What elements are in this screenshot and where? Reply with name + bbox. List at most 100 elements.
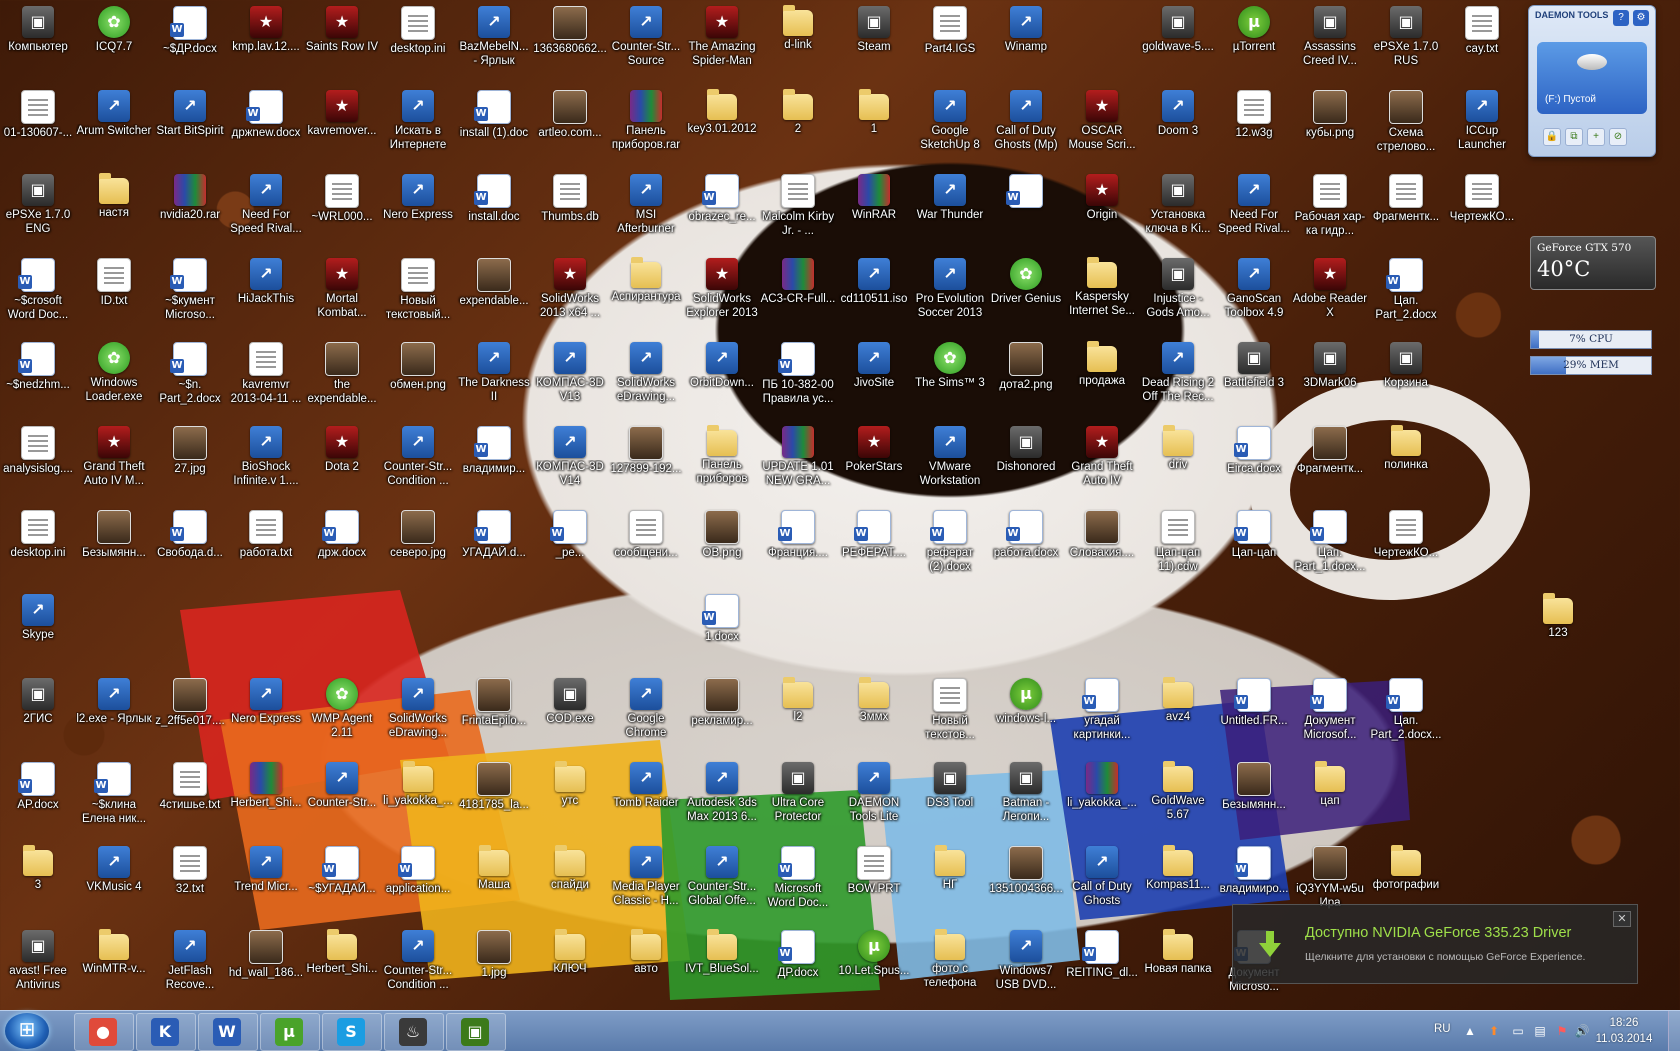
desktop-icon[interactable]: li_yakokka_... — [380, 756, 456, 836]
desktop-icon[interactable]: ~$nedzhm... — [0, 336, 76, 416]
desktop-icon[interactable]: ▣ Batman - Легопи... — [988, 756, 1064, 836]
desktop-icon[interactable]: Свобода.d... — [152, 504, 228, 584]
desktop-icon[interactable]: Аспирантура — [608, 252, 684, 332]
desktop-icon[interactable]: ★ PokerStars — [836, 420, 912, 500]
desktop-icon[interactable]: Цап. Part_1.docx... — [1292, 504, 1368, 584]
desktop-icon[interactable]: ▣ Assassins Creed IV... — [1292, 0, 1368, 80]
desktop-icon[interactable]: држ.docx — [304, 504, 380, 584]
display-icon[interactable]: ▭ — [1510, 1023, 1526, 1039]
desktop-icon[interactable]: µ 10.Let.Spus... — [836, 924, 912, 1004]
desktop-icon[interactable]: ▣ 2ГИС — [0, 672, 76, 752]
desktop-icon[interactable]: 4стишье.txt — [152, 756, 228, 836]
desktop-icon[interactable]: ↗ BazMebelN... - Ярлык — [456, 0, 532, 80]
desktop-icon[interactable]: install (1).doc — [456, 84, 532, 164]
desktop-icon[interactable]: ▣ Battlefield 3 — [1216, 336, 1292, 416]
desktop-icon[interactable]: ★ Adobe Reader X — [1292, 252, 1368, 332]
start-button[interactable] — [5, 1013, 49, 1049]
desktop-icon[interactable]: КЛЮЧ — [532, 924, 608, 1004]
desktop-icon[interactable]: ↗ Skype — [0, 588, 76, 668]
daemon-tools-gadget[interactable]: DAEMON TOOLS ? ⚙ (F:) Пустой 🔒 ⧉ + ⊘ — [1528, 5, 1656, 157]
desktop-icon[interactable]: фото с телефона — [912, 924, 988, 1004]
desktop-icon[interactable]: cay.txt — [1444, 0, 1520, 80]
desktop-icon[interactable]: _ре... — [532, 504, 608, 584]
desktop-icon[interactable] — [988, 168, 1064, 248]
desktop-icon[interactable]: ↗ Pro Evolution Soccer 2013 — [912, 252, 988, 332]
desktop-icon[interactable]: ↗ MSI Afterburner — [608, 168, 684, 248]
desktop-icon[interactable]: ↗ OrbitDown... — [684, 336, 760, 416]
desktop-icon[interactable]: Kaspersky Internet Se... — [1064, 252, 1140, 332]
desktop-icon[interactable]: РЕФЕРАТ.... — [836, 504, 912, 584]
desktop-icon[interactable]: ★ The Amazing Spider-Man — [684, 0, 760, 80]
desktop-icon[interactable]: ✿ Windows Loader.exe — [76, 336, 152, 416]
show-desktop-button[interactable] — [1668, 1011, 1680, 1051]
desktop-icon[interactable]: 4181785_la... — [456, 756, 532, 836]
desktop-icon[interactable]: artleo.com... — [532, 84, 608, 164]
desktop-icon[interactable]: 27.jpg — [152, 420, 228, 500]
desktop-icon[interactable]: ↗ Tomb Raider — [608, 756, 684, 836]
desktop-icon[interactable]: ↗ Windows7 USB DVD... — [988, 924, 1064, 1004]
desktop-icon[interactable]: Панель приборов — [684, 420, 760, 500]
desktop-icon[interactable]: ★ Mortal Kombat... — [304, 252, 380, 332]
desktop-icon[interactable]: Фрагментк... — [1368, 168, 1444, 248]
desktop-icon[interactable]: li_yakokka_... — [1064, 756, 1140, 836]
desktop-icon[interactable]: ↗ Counter-Str... Global Offe... — [684, 840, 760, 920]
desktop-icon[interactable]: Зммх — [836, 672, 912, 752]
desktop-icon[interactable]: ЧертежКО... — [1444, 168, 1520, 248]
desktop-icon[interactable]: desktop.ini — [380, 0, 456, 80]
desktop-icon[interactable]: ★ Grand Theft Auto IV M... — [76, 420, 152, 500]
desktop-icon[interactable]: ↗ Counter-Str... — [304, 756, 380, 836]
desktop-icon[interactable]: ID.txt — [76, 252, 152, 332]
desktop-icon[interactable]: рекламир... — [684, 672, 760, 752]
desktop-icon[interactable]: nvidia20.rar — [152, 168, 228, 248]
desktop-icon[interactable]: d-link — [760, 0, 836, 80]
desktop-icon[interactable]: 2 — [760, 84, 836, 164]
desktop-icon[interactable]: ↗ VMware Workstation — [912, 420, 988, 500]
desktop-icon[interactable]: ↗ Doom 3 — [1140, 84, 1216, 164]
desktop-icon[interactable]: ↗ BioShock Infinite.v 1.... — [228, 420, 304, 500]
desktop-icon[interactable]: работа.docx — [988, 504, 1064, 584]
desktop-icon[interactable]: ✿ Driver Genius — [988, 252, 1064, 332]
desktop-icon[interactable]: ↗ VKMusic 4 — [76, 840, 152, 920]
desktop-icon[interactable]: Part4.IGS — [912, 0, 988, 80]
desktop-icon[interactable]: avz4 — [1140, 672, 1216, 752]
desktop-icon[interactable]: ↗ The Darkness II — [456, 336, 532, 416]
desktop-icon[interactable]: Панель приборов.rar — [608, 84, 684, 164]
desktop-icon[interactable]: ~$n. Part_2.docx — [152, 336, 228, 416]
desktop-icon[interactable]: ↗ Winamp — [988, 0, 1064, 80]
desktop-icon[interactable]: ↗ Call of Duty Ghosts (Mp) — [988, 84, 1064, 164]
desktop-icon[interactable]: Herbert_Shi... — [304, 924, 380, 1004]
desktop-icon[interactable]: BOW.PRT — [836, 840, 912, 920]
desktop-icon[interactable]: the expendable... — [304, 336, 380, 416]
desktop-icon[interactable]: ▣ ePSXe 1.7.0 ENG — [0, 168, 76, 248]
taskbar-chrome[interactable]: ● — [74, 1013, 134, 1051]
desktop-icon[interactable]: ▣ Компьютер — [0, 0, 76, 80]
desktop-icon[interactable]: ↗ Google Chrome — [608, 672, 684, 752]
desktop-icon[interactable]: северо.jpg — [380, 504, 456, 584]
desktop-icon[interactable]: ★ kavremover... — [304, 84, 380, 164]
taskbar-word[interactable]: W — [198, 1013, 258, 1051]
desktop-icon[interactable]: WinRAR — [836, 168, 912, 248]
desktop-icon[interactable]: ↗ JetFlash Recove... — [152, 924, 228, 1004]
settings-icon[interactable]: ⚙ — [1633, 10, 1649, 26]
desktop-icon[interactable]: ▣ 3DMark06 — [1292, 336, 1368, 416]
add-drive-icon[interactable]: + — [1587, 128, 1605, 146]
desktop-icon[interactable]: 1363680662... — [532, 0, 608, 80]
desktop-icon[interactable]: IVT_BlueSol... — [684, 924, 760, 1004]
taskbar-nvidia[interactable]: ▣ — [446, 1013, 506, 1051]
desktop-icon[interactable]: 01-130607-... — [0, 84, 76, 164]
desktop-icon[interactable]: Untitled.FR... — [1216, 672, 1292, 752]
lock-icon[interactable]: 🔒 — [1543, 128, 1561, 146]
desktop-icon[interactable]: install.doc — [456, 168, 532, 248]
desktop-icon[interactable]: expendable... — [456, 252, 532, 332]
desktop-icon[interactable]: Словакия.... — [1064, 504, 1140, 584]
desktop-icon[interactable]: Безымянн... — [1216, 756, 1292, 836]
desktop-icon[interactable]: 1.jpg — [456, 924, 532, 1004]
desktop-icon[interactable]: Новый текстовый... — [380, 252, 456, 332]
desktop-icon[interactable]: ↗ Autodesk 3ds Max 2013 6... — [684, 756, 760, 836]
desktop-icon[interactable]: ★ Dota 2 — [304, 420, 380, 500]
desktop-icon[interactable]: ▣ Корзина — [1368, 336, 1444, 416]
desktop-icon[interactable]: Фрагментк... — [1292, 420, 1368, 500]
desktop-icon[interactable]: ▣ ePSXe 1.7.0 RUS — [1368, 0, 1444, 80]
desktop-icon[interactable]: Цап. Part_2.docx — [1368, 252, 1444, 332]
desktop-icon[interactable]: Herbert_Shi... — [228, 756, 304, 836]
